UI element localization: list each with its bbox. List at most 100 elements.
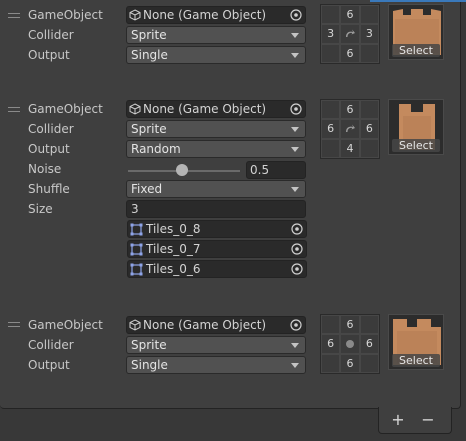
tile-object-field[interactable]: Tiles_0_8 — [127, 220, 307, 238]
object-picker-icon[interactable] — [290, 319, 302, 331]
output-value: Single — [131, 48, 168, 62]
object-picker-icon[interactable] — [291, 263, 303, 275]
collider-value: Sprite — [131, 122, 167, 136]
noise-label: Noise — [28, 162, 62, 176]
shuffle-label: Shuffle — [28, 182, 70, 196]
shuffle-value: Fixed — [131, 182, 163, 196]
neighbor-cell[interactable] — [359, 353, 379, 373]
object-picker-icon[interactable] — [291, 223, 303, 235]
neighbor-cell[interactable] — [321, 5, 341, 25]
neighbor-cell[interactable]: 6 — [340, 353, 360, 373]
output-label: Output — [28, 358, 70, 372]
selection-accent-bar — [370, 0, 466, 2]
neighbor-cell[interactable] — [321, 353, 341, 373]
sprite-preview[interactable]: Select — [388, 4, 444, 60]
neighbor-cell[interactable]: 3 — [359, 24, 379, 44]
output-value: Random — [131, 142, 181, 156]
chevron-down-icon — [291, 187, 299, 192]
chevron-down-icon — [291, 147, 299, 152]
neighbor-cell[interactable]: 6 — [321, 119, 341, 139]
neighbor-grid: 6 6 6 6 — [320, 314, 380, 374]
chevron-down-icon — [291, 33, 299, 38]
cube-icon — [129, 103, 141, 115]
rule-drag-handle[interactable] — [8, 107, 20, 113]
sprite-icon — [130, 223, 143, 235]
collider-label: Collider — [28, 122, 74, 136]
object-picker-icon[interactable] — [290, 9, 302, 21]
rule-drag-handle[interactable] — [8, 322, 20, 328]
neighbor-cell[interactable]: 4 — [340, 138, 360, 158]
game-object-label: GameObject — [28, 102, 103, 116]
sprite-preview[interactable]: Select — [388, 314, 444, 370]
game-object-label: GameObject — [28, 318, 103, 332]
output-dropdown[interactable]: Single — [126, 46, 306, 64]
output-dropdown[interactable]: Single — [126, 356, 306, 374]
game-object-field[interactable]: None (Game Object) — [126, 6, 306, 24]
output-label: Output — [28, 142, 70, 156]
game-object-label: GameObject — [28, 8, 103, 22]
tile-name: Tiles_0_6 — [146, 262, 201, 276]
select-button[interactable]: Select — [392, 354, 440, 367]
game-object-value: None (Game Object) — [143, 102, 267, 116]
collider-value: Sprite — [131, 28, 167, 42]
neighbor-cell[interactable]: 6 — [321, 334, 341, 354]
output-label: Output — [28, 48, 70, 62]
shuffle-dropdown[interactable]: Fixed — [126, 180, 306, 198]
noise-value-field[interactable]: 0.5 — [246, 161, 306, 179]
collider-dropdown[interactable]: Sprite — [126, 26, 306, 44]
chevron-down-icon — [291, 343, 299, 348]
tile-name: Tiles_0_8 — [146, 222, 201, 236]
select-button[interactable]: Select — [392, 44, 440, 57]
neighbor-cell[interactable] — [359, 100, 379, 120]
rotate-arrow-icon[interactable] — [340, 119, 360, 139]
game-object-field[interactable]: None (Game Object) — [126, 100, 306, 118]
select-button[interactable]: Select — [392, 139, 440, 152]
neighbor-cell[interactable] — [359, 43, 379, 63]
neighbor-cell[interactable]: 6 — [359, 119, 379, 139]
sprite-preview[interactable]: Select — [388, 99, 444, 155]
object-picker-icon[interactable] — [291, 243, 303, 255]
neighbor-cell[interactable] — [359, 5, 379, 25]
center-dot-icon[interactable] — [340, 334, 360, 354]
neighbor-cell[interactable] — [321, 315, 341, 335]
neighbor-cell[interactable] — [321, 43, 341, 63]
collider-value: Sprite — [131, 338, 167, 352]
tile-object-field[interactable]: Tiles_0_7 — [127, 240, 307, 258]
neighbor-grid: 6 3 3 6 — [320, 4, 380, 64]
remove-rule-button[interactable]: − — [418, 408, 438, 432]
collider-label: Collider — [28, 338, 74, 352]
chevron-down-icon — [291, 127, 299, 132]
collider-dropdown[interactable]: Sprite — [126, 120, 306, 138]
sprite-icon — [130, 263, 143, 275]
neighbor-cell[interactable] — [321, 100, 341, 120]
noise-slider-thumb[interactable] — [176, 164, 188, 176]
neighbor-cell[interactable]: 6 — [340, 5, 360, 25]
object-picker-icon[interactable] — [290, 103, 302, 115]
neighbor-cell[interactable]: 6 — [359, 334, 379, 354]
neighbor-cell[interactable] — [321, 138, 341, 158]
sprite-icon — [130, 243, 143, 255]
tile-object-field[interactable]: Tiles_0_6 — [127, 260, 307, 278]
add-rule-button[interactable]: + — [388, 408, 408, 432]
neighbor-cell[interactable] — [359, 315, 379, 335]
rotate-arrow-icon[interactable] — [340, 24, 360, 44]
chevron-down-icon — [291, 363, 299, 368]
cube-icon — [129, 319, 141, 331]
neighbor-cell[interactable]: 6 — [340, 315, 360, 335]
output-dropdown[interactable]: Random — [126, 140, 306, 158]
size-label: Size — [28, 202, 53, 216]
neighbor-cell[interactable]: 6 — [340, 100, 360, 120]
game-object-field[interactable]: None (Game Object) — [126, 316, 306, 334]
game-object-value: None (Game Object) — [143, 318, 267, 332]
size-field[interactable]: 3 — [126, 200, 306, 218]
game-object-value: None (Game Object) — [143, 8, 267, 22]
collider-dropdown[interactable]: Sprite — [126, 336, 306, 354]
cube-icon — [129, 9, 141, 21]
neighbor-cell[interactable] — [359, 138, 379, 158]
neighbor-cell[interactable]: 3 — [321, 24, 341, 44]
rule-drag-handle[interactable] — [8, 13, 20, 19]
output-value: Single — [131, 358, 168, 372]
chevron-down-icon — [291, 53, 299, 58]
neighbor-cell[interactable]: 6 — [340, 43, 360, 63]
tile-name: Tiles_0_7 — [146, 242, 201, 256]
